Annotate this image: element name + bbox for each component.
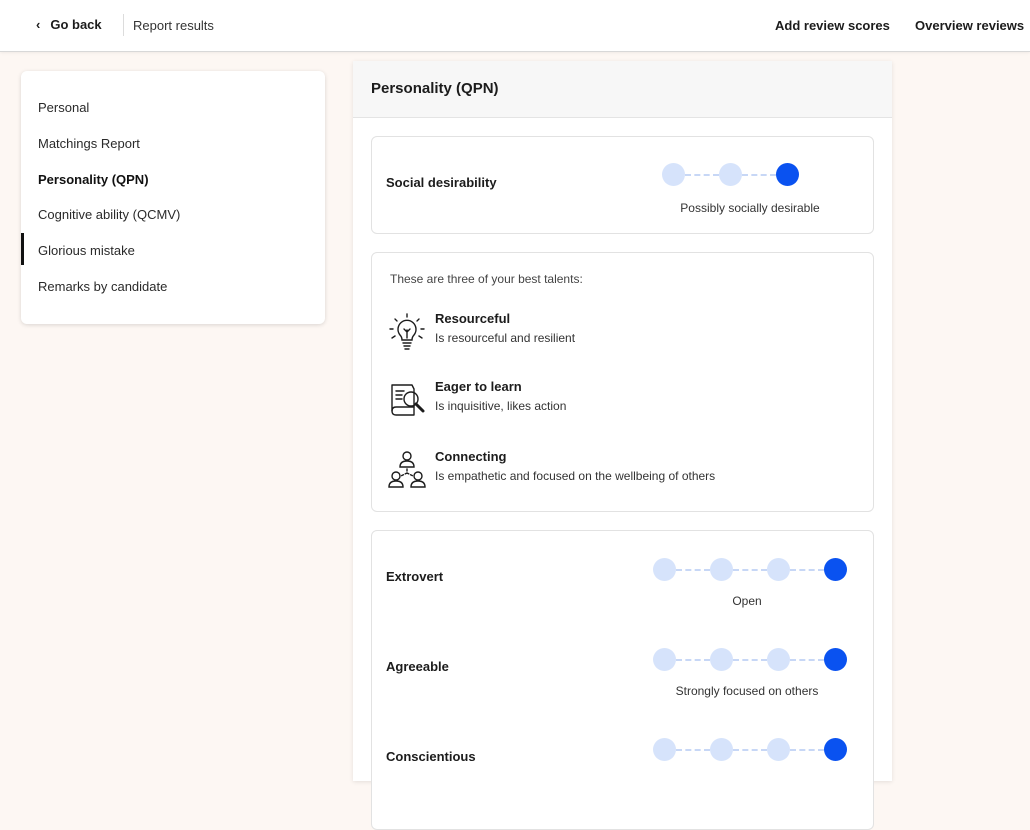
scale-connector	[733, 658, 767, 661]
talents-intro: These are three of your best talents:	[390, 272, 583, 286]
scale-connector	[733, 568, 767, 571]
sidebar-item-cognitive-ability[interactable]: Cognitive ability (QCMV)	[38, 207, 180, 222]
scale-connector	[790, 658, 824, 661]
chevron-left-icon: ‹	[36, 17, 41, 32]
talent-item: Resourceful Is resourceful and resilient	[386, 311, 856, 359]
sidebar-item-matchings-report[interactable]: Matchings Report	[38, 136, 140, 151]
scale-connector	[790, 568, 824, 571]
header-divider	[123, 14, 124, 36]
go-back-label: Go back	[50, 17, 102, 32]
trait-result-extrovert: Open	[732, 594, 762, 608]
scale-dot	[767, 558, 790, 581]
talent-item: Connecting Is empathetic and focused on …	[386, 449, 856, 497]
sidebar-item-glorious-mistake[interactable]: Glorious mistake	[38, 243, 135, 258]
sidebar-item-personal[interactable]: Personal	[38, 100, 89, 115]
add-review-scores-link[interactable]: Add review scores	[775, 18, 890, 33]
sidebar-item-remarks[interactable]: Remarks by candidate	[38, 279, 167, 294]
scale-dot-selected	[824, 648, 847, 671]
trait-label-conscientious: Conscientious	[386, 749, 476, 764]
trait-result-agreeable: Strongly focused on others	[675, 684, 819, 698]
scale-dot	[767, 648, 790, 671]
scale-dot	[653, 558, 676, 581]
people-network-icon	[388, 451, 426, 488]
social-desirability-card: Social desirability Possibly socially de…	[371, 136, 874, 234]
breadcrumb: Report results	[133, 18, 214, 33]
page-title: Personality (QPN)	[371, 80, 499, 97]
talent-description: Is empathetic and focused on the wellbei…	[435, 469, 716, 483]
trait-label-extrovert: Extrovert	[386, 569, 444, 584]
talent-description: Is resourceful and resilient	[435, 331, 576, 345]
talents-card: These are three of your best talents: Re…	[371, 252, 874, 512]
scale-dot-selected	[824, 738, 847, 761]
scale-dot	[719, 163, 742, 186]
agreeable-scale	[653, 648, 847, 671]
talent-name: Eager to learn	[435, 379, 522, 394]
talent-item: Eager to learn Is inquisitive, likes act…	[386, 379, 856, 427]
scale-connector	[676, 568, 710, 571]
scale-dot	[653, 648, 676, 671]
sidebar-nav: Personal Matchings Report Personality (Q…	[21, 71, 325, 324]
scale-dot-selected	[776, 163, 799, 186]
trait-label-agreeable: Agreeable	[386, 659, 449, 674]
active-indicator	[21, 233, 24, 265]
sidebar-item-personality[interactable]: Personality (QPN)	[38, 172, 149, 187]
scale-dot	[653, 738, 676, 761]
talent-name: Connecting	[435, 449, 507, 464]
top-bar: ‹ Go back Report results Add review scor…	[0, 0, 1030, 52]
scale-connector	[676, 658, 710, 661]
go-back-button[interactable]: ‹ Go back	[36, 17, 102, 32]
scale-connector	[742, 173, 776, 176]
scale-dot-selected	[824, 558, 847, 581]
scale-connector	[733, 748, 767, 751]
scale-dot	[767, 738, 790, 761]
talent-name: Resourceful	[435, 311, 511, 326]
main-panel: Personality (QPN) Social desirability Po…	[353, 61, 892, 830]
scale-dot	[662, 163, 685, 186]
extrovert-scale	[653, 558, 847, 581]
scale-dot	[710, 558, 733, 581]
lightbulb-icon	[389, 313, 425, 350]
overview-reviews-link[interactable]: Overview reviews	[915, 18, 1024, 33]
social-desirability-label: Social desirability	[386, 175, 497, 190]
scale-dot	[710, 738, 733, 761]
talent-description: Is inquisitive, likes action	[435, 399, 567, 413]
social-desirability-result: Possibly socially desirable	[680, 201, 820, 215]
social-desirability-scale	[662, 163, 799, 186]
scale-connector	[790, 748, 824, 751]
panel-header: Personality (QPN)	[353, 61, 892, 118]
conscientious-scale	[653, 738, 847, 761]
scale-connector	[676, 748, 710, 751]
traits-card: Extrovert Open Agreeable Strongly focuse…	[371, 530, 874, 830]
book-magnifier-icon	[391, 384, 425, 416]
scale-connector	[685, 173, 719, 176]
scale-dot	[710, 648, 733, 671]
